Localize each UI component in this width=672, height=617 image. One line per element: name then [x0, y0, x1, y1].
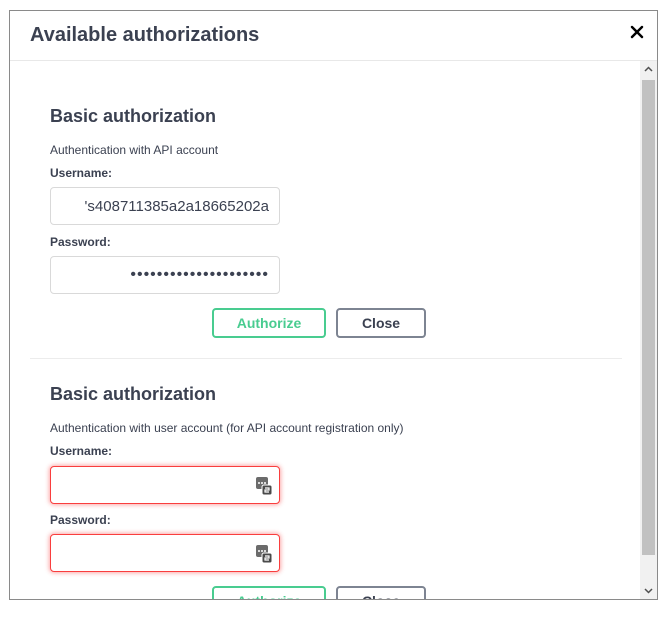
authorize-button[interactable]: Authorize [212, 586, 326, 599]
section-title-user: Basic authorization [50, 384, 217, 404]
username-input[interactable] [50, 466, 280, 504]
password-input[interactable] [50, 534, 280, 572]
section-divider [30, 358, 622, 359]
password-input[interactable]: ••••••••••••••••••••• [50, 256, 280, 294]
username-label: Username: [50, 444, 113, 458]
username-value: 's408711385a2a18665202a [84, 198, 269, 215]
authorize-button[interactable]: Authorize [212, 308, 326, 338]
scroll-down-icon[interactable] [640, 582, 657, 599]
username-input[interactable]: 's408711385a2a18665202a [50, 187, 280, 225]
close-button[interactable]: Close [336, 308, 426, 338]
password-label: Password: [50, 235, 111, 249]
authorizations-modal: Available authorizations Basic authoriza… [9, 10, 658, 600]
username-label: Username: [50, 166, 113, 180]
modal-header: Available authorizations [10, 11, 657, 61]
vertical-scrollbar[interactable] [640, 61, 657, 599]
close-icon[interactable] [629, 24, 645, 40]
modal-title: Available authorizations [30, 24, 260, 46]
password-manager-icon[interactable] [255, 544, 273, 564]
close-button[interactable]: Close [336, 586, 426, 599]
section-description-api: Authentication with API account [50, 143, 219, 157]
password-value: ••••••••••••••••••••• [130, 266, 269, 283]
scrollbar-thumb[interactable] [642, 80, 655, 555]
password-label: Password: [50, 513, 111, 527]
modal-body: Basic authorization Authentication with … [10, 61, 640, 599]
scroll-up-icon[interactable] [640, 61, 657, 78]
section-description-user: Authentication with user account (for AP… [50, 421, 404, 435]
section-title-api: Basic authorization [50, 106, 217, 126]
password-manager-icon[interactable] [255, 476, 273, 496]
